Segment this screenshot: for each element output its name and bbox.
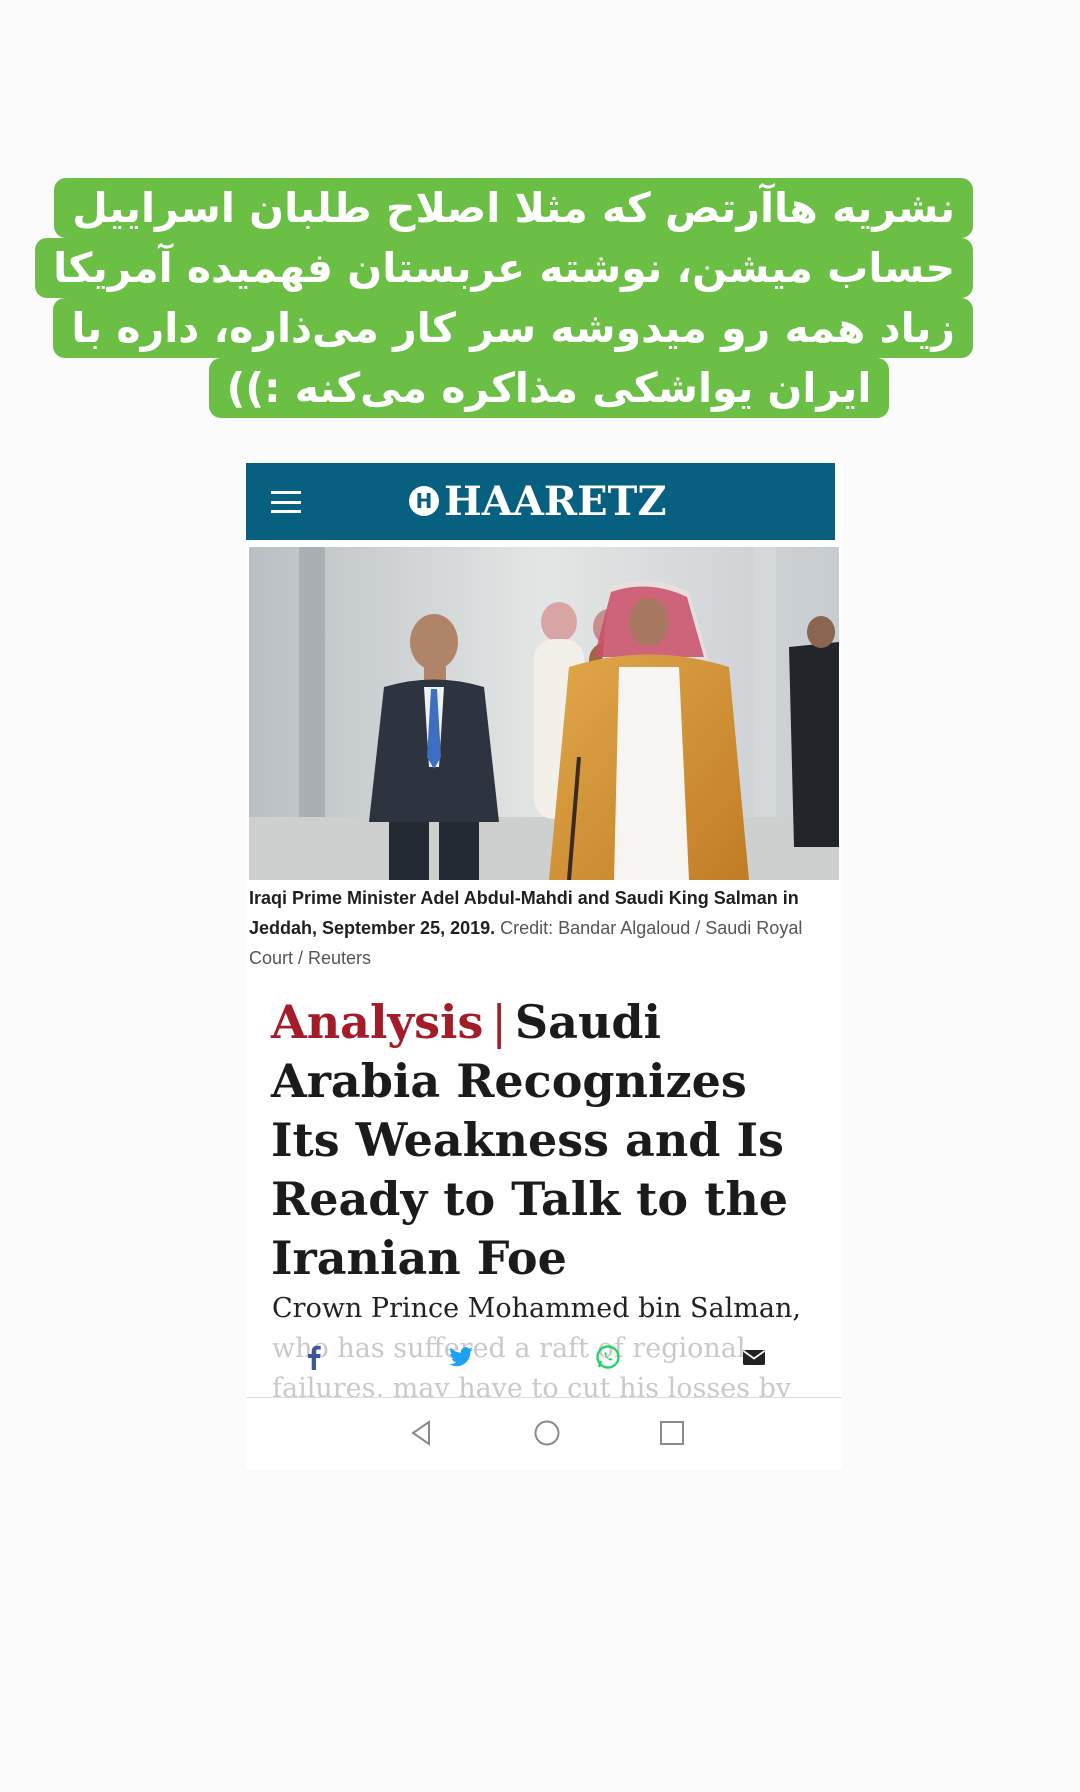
photo-caption: Iraqi Prime Minister Adel Abdul-Mahdi an… bbox=[249, 883, 829, 973]
article-headline[interactable]: Analysis | Saudi Arabia Recognizes Its Wea… bbox=[271, 993, 831, 1288]
haaretz-logo[interactable]: H HAARETZ bbox=[409, 475, 667, 527]
site-header: H HAARETZ bbox=[246, 463, 835, 540]
facebook-icon[interactable] bbox=[300, 1343, 328, 1371]
share-bar bbox=[246, 1343, 842, 1379]
whatsapp-icon[interactable] bbox=[594, 1343, 622, 1371]
article-screenshot: H HAARETZ Iraqi Prime Minister Adel Abdu… bbox=[246, 463, 842, 1469]
twitter-icon[interactable] bbox=[447, 1343, 475, 1371]
logo-mark: H bbox=[409, 486, 439, 516]
subhead-visible: Crown Prince Mohammed bin Salman, bbox=[272, 1293, 801, 1324]
home-icon[interactable] bbox=[532, 1418, 562, 1448]
email-icon[interactable] bbox=[740, 1343, 768, 1371]
news-photo bbox=[249, 547, 839, 880]
logo-text: HAARETZ bbox=[444, 477, 667, 525]
recents-icon[interactable] bbox=[657, 1418, 687, 1448]
persian-caption: نشریه هاآرتص که مثلا اصلاح طلبان اسراییل… bbox=[35, 178, 973, 418]
analysis-label: Analysis bbox=[271, 995, 484, 1049]
android-nav-bar bbox=[246, 1398, 842, 1469]
caption-line: ایران یواشکی مذاکره می‌کنه :)) bbox=[208, 358, 890, 418]
back-icon[interactable] bbox=[407, 1418, 437, 1448]
hamburger-icon[interactable] bbox=[271, 491, 301, 513]
headline-separator: | bbox=[491, 995, 507, 1049]
caption-line: حساب میشن، نوشته عربستان فهمیده آمریکا bbox=[35, 238, 973, 298]
caption-line: زیاد همه رو میدوشه سر کار می‌ذاره، داره … bbox=[53, 298, 973, 358]
caption-line: نشریه هاآرتص که مثلا اصلاح طلبان اسراییل bbox=[54, 178, 973, 238]
